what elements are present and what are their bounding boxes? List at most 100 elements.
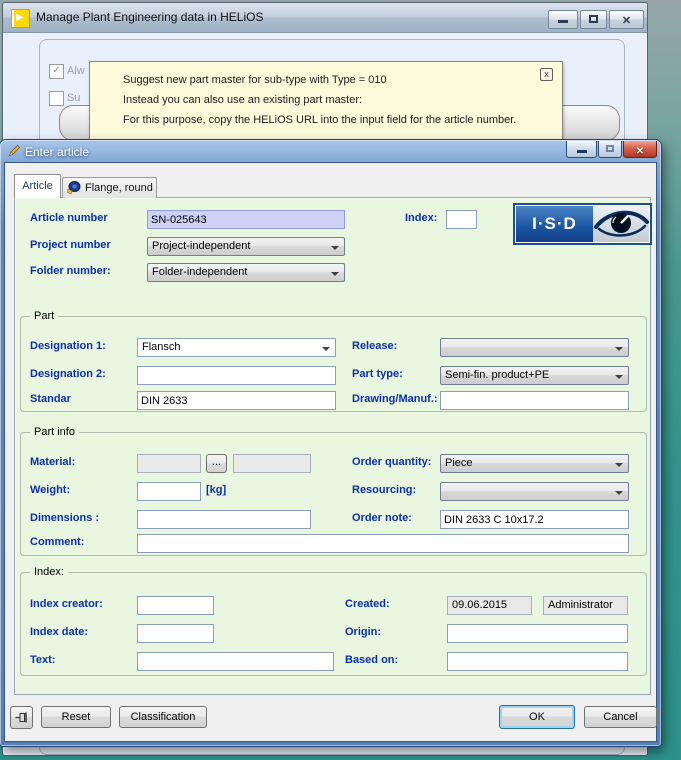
standard-label: Standar bbox=[30, 393, 71, 405]
maximize-icon bbox=[589, 15, 598, 23]
tab-article[interactable]: Article bbox=[14, 174, 61, 198]
notification-close-button[interactable]: x bbox=[540, 68, 553, 81]
weight-input[interactable] bbox=[137, 482, 201, 501]
chevron-down-icon bbox=[615, 491, 623, 495]
reset-button[interactable]: Reset bbox=[41, 706, 111, 728]
dialog-minimize-button[interactable] bbox=[566, 141, 597, 158]
tab-flange-label: Flange, round bbox=[85, 182, 153, 194]
created-label: Created: bbox=[345, 598, 390, 610]
desktop: ▶ Manage Plant Engineering data in HELiO… bbox=[0, 0, 681, 760]
order-quantity-select[interactable]: Piece bbox=[440, 454, 629, 473]
weight-unit-label: [kg] bbox=[206, 484, 226, 496]
dimensions-label: Dimensions : bbox=[30, 512, 99, 524]
designation2-input[interactable] bbox=[137, 366, 336, 385]
notification-line: Suggest new part master for sub-type wit… bbox=[123, 74, 387, 86]
dialog-maximize-button bbox=[598, 141, 622, 158]
part-type-select[interactable]: Semi-fin. product+PE bbox=[440, 366, 629, 385]
order-note-label: Order note: bbox=[352, 512, 412, 524]
chevron-down-icon bbox=[322, 347, 330, 351]
checkbox-always[interactable]: ✓ bbox=[49, 64, 64, 79]
drawing-manuf-label: Drawing/Manuf.: bbox=[352, 393, 438, 405]
index-creator-input[interactable] bbox=[137, 596, 214, 615]
pencil-icon bbox=[8, 144, 21, 162]
app-icon: ▶ bbox=[11, 9, 30, 28]
material-field-1 bbox=[137, 454, 201, 473]
standard-input[interactable] bbox=[137, 391, 336, 410]
pin-button[interactable] bbox=[10, 706, 33, 729]
order-quantity-value: Piece bbox=[445, 457, 473, 469]
folder-number-select[interactable]: Folder-independent bbox=[147, 263, 345, 282]
created-date-field: 09.06.2015 bbox=[447, 596, 532, 615]
dialog-close-button[interactable]: ✕ bbox=[623, 141, 657, 158]
pin-icon bbox=[15, 711, 28, 727]
check-icon: ✓ bbox=[52, 65, 60, 76]
close-icon: ✕ bbox=[636, 146, 644, 157]
material-browse-button[interactable]: ... bbox=[206, 454, 227, 473]
release-select[interactable] bbox=[440, 338, 629, 357]
dimensions-input[interactable] bbox=[137, 510, 311, 529]
minimize-icon bbox=[558, 20, 568, 23]
resourcing-select[interactable] bbox=[440, 482, 629, 501]
dialog-title: Enter article bbox=[25, 145, 89, 159]
based-on-input[interactable] bbox=[447, 652, 628, 671]
chevron-down-icon bbox=[615, 463, 623, 467]
chevron-down-icon bbox=[331, 246, 339, 250]
checkbox-suggest-label: Su bbox=[67, 92, 80, 104]
material-label: Material: bbox=[30, 456, 75, 468]
designation1-select[interactable]: Flansch bbox=[137, 338, 336, 357]
tab-article-label: Article bbox=[22, 180, 53, 192]
close-button[interactable]: ✕ bbox=[609, 10, 644, 29]
designation1-label: Designation 1: bbox=[30, 340, 106, 352]
notification-popup: Suggest new part master for sub-type wit… bbox=[89, 61, 563, 141]
designation2-label: Designation 2: bbox=[30, 368, 106, 380]
origin-input[interactable] bbox=[447, 624, 628, 643]
flange-icon bbox=[67, 181, 81, 198]
text-input[interactable] bbox=[137, 652, 334, 671]
index-label: Index: bbox=[405, 212, 437, 224]
article-number-input[interactable] bbox=[147, 210, 345, 229]
index-date-label: Index date: bbox=[30, 626, 88, 638]
chevron-down-icon bbox=[615, 347, 623, 351]
part-type-label: Part type: bbox=[352, 368, 403, 380]
minimize-icon bbox=[577, 150, 587, 153]
notification-line: For this purpose, copy the HELiOS URL in… bbox=[123, 114, 516, 126]
folder-number-label: Folder number: bbox=[30, 265, 111, 277]
folder-number-value: Folder-independent bbox=[152, 266, 247, 278]
part-info-legend: Part info bbox=[30, 426, 79, 438]
index-date-input[interactable] bbox=[137, 624, 214, 643]
notification-line: Instead you can also use an existing par… bbox=[123, 94, 362, 106]
checkbox-suggest[interactable] bbox=[49, 91, 64, 106]
minimize-button[interactable] bbox=[548, 10, 578, 29]
created-user-field: Administrator bbox=[543, 596, 628, 615]
order-note-input[interactable] bbox=[440, 510, 629, 529]
part-type-value: Semi-fin. product+PE bbox=[445, 369, 549, 381]
based-on-label: Based on: bbox=[345, 654, 398, 666]
comment-label: Comment: bbox=[30, 536, 84, 548]
index-group-legend: Index: bbox=[30, 566, 68, 578]
release-label: Release: bbox=[352, 340, 397, 352]
classification-button[interactable]: Classification bbox=[119, 706, 207, 728]
window-title: Manage Plant Engineering data in HELiOS bbox=[36, 10, 263, 24]
part-group-legend: Part bbox=[30, 310, 58, 322]
chevron-down-icon bbox=[615, 375, 623, 379]
resourcing-label: Resourcing: bbox=[352, 484, 416, 496]
project-number-select[interactable]: Project-independent bbox=[147, 237, 345, 256]
manage-plant-titlebar: ▶ Manage Plant Engineering data in HELiO… bbox=[3, 3, 647, 33]
cancel-button[interactable]: Cancel bbox=[584, 706, 657, 728]
ok-button[interactable]: OK bbox=[499, 705, 575, 729]
comment-input[interactable] bbox=[137, 534, 629, 553]
index-input[interactable] bbox=[446, 210, 477, 229]
weight-label: Weight: bbox=[30, 484, 70, 496]
material-field-2 bbox=[233, 454, 311, 473]
project-number-label: Project number bbox=[30, 239, 111, 251]
maximize-icon bbox=[606, 145, 614, 152]
maximize-button[interactable] bbox=[580, 10, 607, 29]
project-number-value: Project-independent bbox=[152, 240, 250, 252]
text-label: Text: bbox=[30, 654, 55, 666]
order-quantity-label: Order quantity: bbox=[352, 456, 431, 468]
tab-flange-round[interactable]: Flange, round bbox=[62, 177, 157, 198]
index-creator-label: Index creator: bbox=[30, 598, 103, 610]
chevron-down-icon bbox=[331, 272, 339, 276]
eye-icon bbox=[593, 206, 649, 242]
drawing-manuf-input[interactable] bbox=[440, 391, 629, 410]
